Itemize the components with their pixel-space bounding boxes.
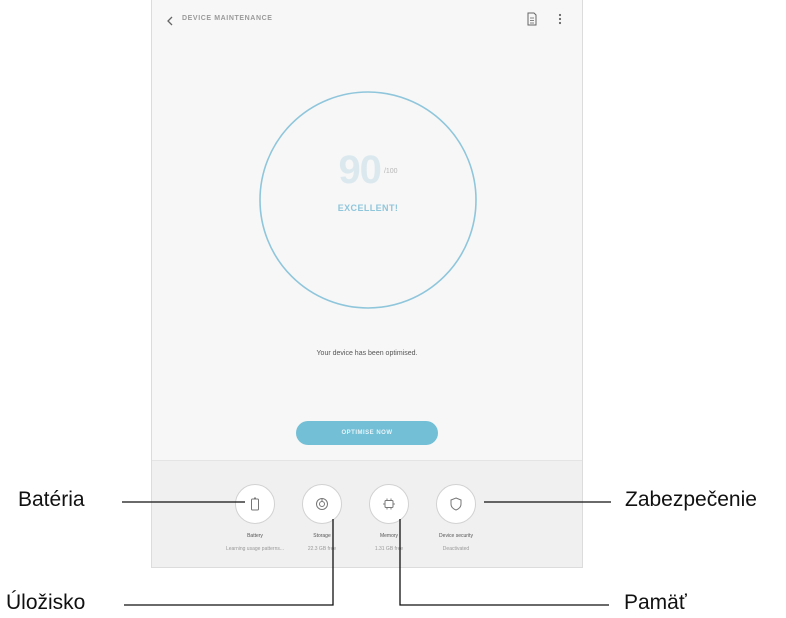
callout-storage: Úložisko [6, 591, 86, 614]
callout-security: Zabezpečenie [625, 488, 757, 511]
callout-memory: Pamäť [624, 591, 687, 614]
storage-callout-line [124, 519, 334, 606]
callout-lines [122, 501, 611, 606]
memory-callout-line [399, 519, 609, 606]
callout-battery: Batéria [18, 488, 85, 511]
